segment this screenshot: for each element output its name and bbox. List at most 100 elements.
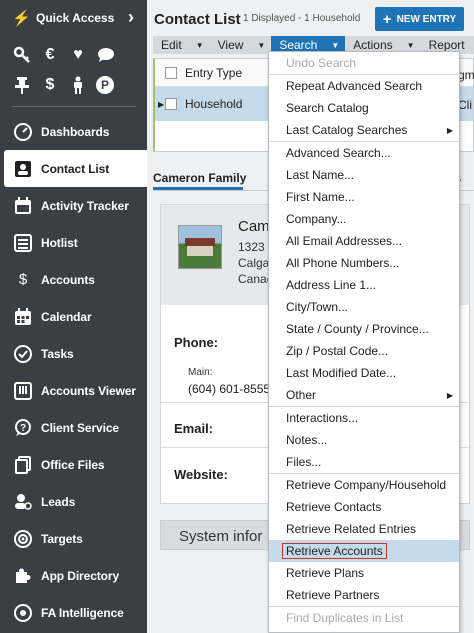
chat-icon[interactable] (96, 45, 116, 65)
contact-card-icon (12, 158, 34, 180)
menu-item-label: Retrieve Contacts (286, 500, 382, 514)
system-information-label: System infor (179, 528, 263, 545)
menu-report-label: Report (428, 38, 465, 52)
sidebar: ⚡ Quick Access › € ♥ $ P Dashboards Cont… (0, 0, 147, 633)
menu-item-zip-postal-code[interactable]: Zip / Postal Code... (269, 340, 459, 362)
menu-item-files[interactable]: Files... (269, 451, 459, 473)
menu-item-label: Find Duplicates in List (286, 611, 404, 625)
sidebar-item-hotlist[interactable]: Hotlist (0, 224, 147, 261)
question-chat-icon: ? (12, 417, 34, 439)
heart-icon[interactable]: ♥ (68, 45, 88, 65)
menu-item-first-name[interactable]: First Name... (269, 186, 459, 208)
menu-item-label: Company... (286, 212, 347, 226)
sidebar-item-office-files[interactable]: Office Files (0, 446, 147, 483)
person-icon[interactable] (68, 75, 88, 95)
sidebar-item-tasks[interactable]: Tasks (0, 335, 147, 372)
sidebar-item-client-service[interactable]: ? Client Service (0, 409, 147, 446)
sidebar-divider (12, 106, 136, 107)
menu-item-label: State / County / Province... (286, 322, 429, 336)
sidebar-item-calendar[interactable]: Calendar (0, 298, 147, 335)
select-all-checkbox[interactable] (165, 66, 177, 79)
menu-item-label: Retrieve Partners (286, 588, 380, 602)
menu-item-label: Retrieve Accounts (282, 543, 387, 559)
row-checkbox[interactable] (165, 98, 177, 110)
menu-item-retrieve-plans[interactable]: Retrieve Plans (269, 562, 459, 584)
menu-item-label: Last Modified Date... (286, 366, 397, 380)
menu-edit[interactable]: Edit ▼ (153, 36, 210, 54)
menu-item-label: Address Line 1... (286, 278, 377, 292)
sidebar-item-activity-tracker[interactable]: Activity Tracker (0, 187, 147, 224)
page-subtitle: 1 Displayed - 1 Household (243, 13, 361, 24)
menu-item-retrieve-company-household[interactable]: Retrieve Company/Household (269, 474, 459, 496)
caret-down-icon: ▼ (331, 40, 340, 50)
sidebar-item-label: Tasks (41, 346, 74, 361)
tab-label: Cameron Family (153, 171, 247, 185)
menu-item-label: Search Catalog (286, 101, 369, 115)
sidebar-item-accounts[interactable]: $ Accounts (0, 261, 147, 298)
menu-item-label: Undo Search (286, 56, 357, 70)
clipped-column-header: gm (458, 68, 474, 82)
phone-type-label: Main: (188, 367, 213, 378)
menu-item-state-county-province[interactable]: State / County / Province... (269, 318, 459, 340)
menu-view[interactable]: View ▼ (210, 36, 272, 54)
menu-item-label: Advanced Search... (286, 146, 391, 160)
menu-item-retrieve-partners[interactable]: Retrieve Partners (269, 584, 459, 606)
menu-item-retrieve-contacts[interactable]: Retrieve Contacts (269, 496, 459, 518)
sidebar-item-targets[interactable]: Targets (0, 520, 147, 557)
menu-item-undo-search: Undo Search (269, 52, 459, 74)
phone-value[interactable]: (604) 601-8555 (188, 382, 270, 396)
key-icon[interactable] (12, 45, 32, 65)
chevron-right-icon: › (128, 7, 134, 27)
sidebar-item-leads[interactable]: Leads (0, 483, 147, 520)
menu-item-address-line-1[interactable]: Address Line 1... (269, 274, 459, 296)
menu-item-notes[interactable]: Notes... (269, 429, 459, 451)
menu-item-label: Retrieve Company/Household (286, 478, 447, 492)
dollar-icon[interactable]: $ (40, 75, 60, 95)
menu-item-repeat-advanced-search[interactable]: Repeat Advanced Search (269, 75, 459, 97)
phone-label: Phone: (174, 335, 219, 350)
menu-item-retrieve-accounts[interactable]: Retrieve Accounts (269, 540, 459, 562)
user-search-icon (12, 491, 34, 513)
menu-item-last-name[interactable]: Last Name... (269, 164, 459, 186)
sidebar-item-contact-list[interactable]: Contact List (4, 150, 147, 187)
target-icon (12, 528, 34, 550)
row-pointer-icon: ▶ (158, 99, 165, 109)
sidebar-item-fa-intelligence[interactable]: FA Intelligence (0, 594, 147, 631)
menu-item-last-modified-date[interactable]: Last Modified Date... (269, 362, 459, 384)
menu-item-label: Interactions... (286, 411, 359, 425)
lightning-icon: ⚡ (12, 10, 31, 27)
menu-item-label: City/Town... (286, 300, 349, 314)
list-icon (12, 232, 34, 254)
sidebar-item-dashboards[interactable]: Dashboards (0, 113, 147, 150)
menu-item-other[interactable]: Other ▶ (269, 384, 459, 406)
menu-item-retrieve-related-entries[interactable]: Retrieve Related Entries (269, 518, 459, 540)
household-photo (178, 225, 222, 269)
puzzle-icon (12, 565, 34, 587)
pin-icon[interactable] (12, 75, 32, 95)
quick-access-toggle[interactable]: ⚡ Quick Access › (12, 7, 136, 27)
sidebar-item-label: FA Intelligence (41, 605, 124, 620)
menu-item-interactions[interactable]: Interactions... (269, 407, 459, 429)
new-entry-button[interactable]: + NEW ENTRY (375, 7, 464, 31)
new-entry-label: NEW ENTRY (396, 13, 457, 25)
calendar-icon (12, 306, 34, 328)
menu-item-search-catalog[interactable]: Search Catalog (269, 97, 459, 119)
menu-item-all-email-addresses[interactable]: All Email Addresses... (269, 230, 459, 252)
p-circle-icon[interactable]: P (96, 76, 114, 94)
menu-item-last-catalog-searches[interactable]: Last Catalog Searches ▶ (269, 119, 459, 141)
sidebar-item-label: Office Files (41, 457, 105, 472)
sidebar-item-accounts-viewer[interactable]: Accounts Viewer (0, 372, 147, 409)
dashboard-icon (12, 121, 34, 143)
menu-item-all-phone-numbers[interactable]: All Phone Numbers... (269, 252, 459, 274)
dollar-icon: $ (18, 271, 28, 288)
sidebar-item-label: Accounts Viewer (41, 383, 136, 398)
menu-item-city-town[interactable]: City/Town... (269, 296, 459, 318)
menu-item-company[interactable]: Company... (269, 208, 459, 230)
menu-item-advanced-search[interactable]: Advanced Search... (269, 142, 459, 164)
menu-item-label: Files... (286, 455, 322, 469)
columns-icon (12, 380, 34, 402)
column-header-entry-type[interactable]: Entry Type (185, 66, 242, 80)
sidebar-item-app-directory[interactable]: App Directory (0, 557, 147, 594)
euro-icon[interactable]: € (40, 45, 60, 65)
check-circle-icon (12, 343, 34, 365)
